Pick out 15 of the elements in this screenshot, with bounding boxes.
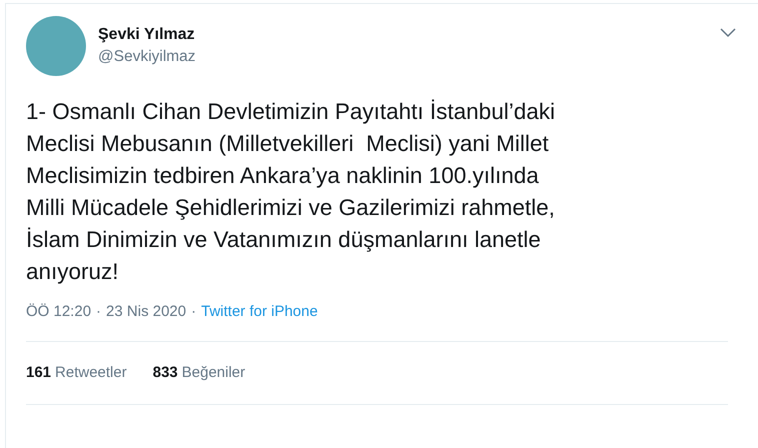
separator-dot: · [96,302,102,322]
separator-dot: · [191,302,196,322]
author-name[interactable]: Şevki Yılmaz [98,24,196,46]
author-handle[interactable]: @Sevkiyilmaz [98,46,196,68]
tweet-time[interactable]: ÖÖ 12:20 [26,302,92,322]
stat-link[interactable]: 833 Beğeniler [152,363,246,383]
tweet-date[interactable]: 23 Nis 2020 [106,302,186,322]
stat-link[interactable]: 161 Retweetler [26,363,127,383]
stat-label: Beğeniler [182,363,246,383]
tweet-text: 1- Osmanlı Cihan Devletimizin Payıtahtı İstanbul’daki Meclisi Mebusanın (Milletvekilleri Meclisi) yani Millet Meclisimizin tedbiren Ankara’ya naklinin 100.yılında Milli Mücadele Şehidlerimizi ve Gazilerimizi rahmetle, İslam Dinimizin ve Vatanımızın düşmanlarını lanetle anıyoruz! [26,98,556,286]
source-link[interactable]: Twitter for iPhone [201,302,318,322]
stat-count: 161 [26,363,52,383]
stat-label: Retweetler [55,363,127,383]
chevron-down-icon[interactable] [720,28,736,38]
stat-count: 833 [152,363,178,383]
